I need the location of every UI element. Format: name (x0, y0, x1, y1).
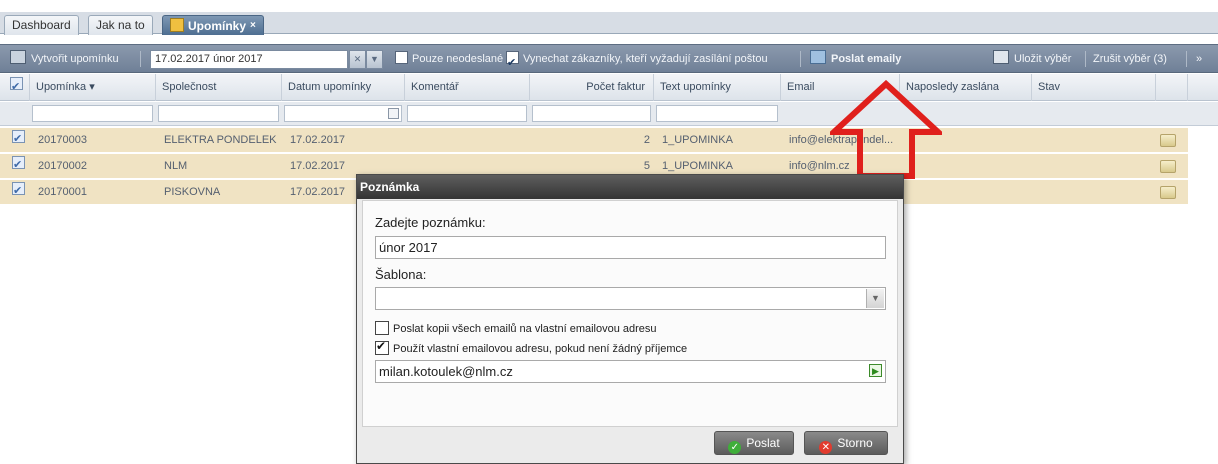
note-label: Zadejte poznámku: (375, 215, 486, 230)
clear-icon[interactable]: ✕ (349, 50, 366, 69)
cancel-button-label: Storno (837, 436, 873, 450)
annotation-arrow-icon (830, 80, 942, 179)
send-emails-label: Poslat emaily (831, 53, 902, 65)
toolbar: Vytvořit upomínku 17.02.2017 únor 2017 ✕… (0, 44, 1218, 78)
filter-datum-input[interactable] (284, 105, 402, 122)
column-upominka[interactable]: Upomínka ▾ (30, 74, 156, 101)
column-datum[interactable]: Datum upomínky (282, 74, 405, 101)
table-row[interactable]: 20170003 ELEKTRA PONDELEK 17.02.2017 2 1… (0, 128, 1188, 153)
only-unsent-checkbox[interactable]: Pouze neodeslané (395, 45, 503, 74)
create-reminder-button[interactable]: Vytvořit upomínku (10, 45, 119, 74)
chevron-down-icon[interactable]: ▼ (366, 50, 383, 69)
cell-upominka: 20170002 (38, 160, 87, 172)
dialog-body: Zadejte poznámku: únor 2017 Šablona: ▼ P… (362, 200, 898, 427)
toolbar-divider (1085, 51, 1086, 67)
more-icon[interactable]: » (1196, 45, 1202, 74)
filter-komentar-input[interactable] (407, 105, 527, 122)
tab-dashboard-label: Dashboard (12, 18, 71, 32)
cell-spolecnost: PISKOVNA (164, 186, 221, 198)
cancel-selection-button[interactable]: Zrušit výběr (3) (1093, 45, 1167, 74)
cell-upominka: 20170003 (38, 134, 87, 146)
own-email-input[interactable]: milan.kotoulek@nlm.cz ▶ (375, 360, 886, 383)
reminder-icon (170, 18, 184, 32)
cell-spolecnost: NLM (164, 160, 188, 172)
only-unsent-check[interactable] (395, 51, 408, 64)
column-upominka-label: Upomínka (36, 81, 87, 93)
row-checkbox[interactable] (12, 154, 25, 178)
cell-upominka: 20170001 (38, 186, 87, 198)
save-icon (993, 50, 1009, 64)
cancel-icon: ✕ (819, 441, 833, 454)
create-reminder-label: Vytvořit upomínku (31, 53, 119, 65)
copy-emails-check[interactable] (375, 321, 389, 335)
tab-jak-na-to[interactable]: Jak na to (88, 15, 153, 35)
row-select-cell[interactable] (4, 154, 30, 179)
row-select-cell[interactable] (4, 180, 30, 205)
column-actions (1156, 74, 1188, 101)
edit-note-icon[interactable] (1160, 160, 1176, 173)
sort-desc-icon: ▾ (89, 81, 95, 93)
column-komentar[interactable]: Komentář (405, 74, 530, 101)
select-all-checkbox[interactable] (10, 74, 23, 101)
grid-header: Upomínka ▾ Společnost Datum upomínky Kom… (0, 74, 1218, 101)
only-unsent-label: Pouze neodeslané (412, 53, 504, 65)
send-button[interactable]: ✓ Poslat (714, 431, 794, 455)
column-stav[interactable]: Stav (1032, 74, 1156, 101)
cell-text: 1_UPOMINKA (662, 134, 733, 146)
edit-note-icon[interactable] (1160, 186, 1176, 199)
send-emails-button[interactable]: Poslat emaily (810, 45, 901, 74)
toolbar-divider (800, 51, 801, 67)
row-checkbox[interactable] (12, 128, 25, 152)
column-spolecnost[interactable]: Společnost (156, 74, 282, 101)
tab-close-icon[interactable]: × (250, 20, 256, 31)
cell-datum: 17.02.2017 (290, 134, 346, 146)
skip-customers-check[interactable] (506, 49, 519, 78)
row-checkbox[interactable] (12, 180, 25, 204)
own-address-check[interactable] (375, 339, 389, 355)
create-reminder-icon (10, 50, 26, 64)
calendar-icon[interactable] (388, 108, 399, 119)
filter-text-input[interactable] (656, 105, 778, 122)
save-selection-label: Uložit výběr (1014, 53, 1072, 65)
check-icon: ✓ (728, 441, 742, 454)
email-icon (810, 50, 826, 64)
skip-customers-label: Vynechat zákazníky, kteří vyžadují zasíl… (523, 53, 768, 65)
cell-spolecnost: ELEKTRA PONDELEK (164, 134, 277, 146)
toolbar-divider (140, 51, 141, 67)
tab-upominky-label: Upomínky (188, 19, 247, 33)
column-pocet-faktur[interactable]: Počet faktur (530, 74, 654, 101)
select-all-cell[interactable] (0, 74, 30, 101)
filter-upominka-input[interactable] (32, 105, 153, 122)
edit-note-icon[interactable] (1160, 134, 1176, 147)
note-input[interactable]: únor 2017 (375, 236, 886, 259)
send-button-label: Poslat (746, 436, 780, 450)
play-icon[interactable]: ▶ (869, 364, 882, 377)
tab-dashboard[interactable]: Dashboard (4, 15, 79, 35)
copy-emails-checkbox[interactable]: Poslat kopii všech emailů na vlastní ema… (375, 321, 657, 335)
filter-spolecnost-input[interactable] (158, 105, 279, 122)
skip-customers-checkbox[interactable]: Vynechat zákazníky, kteří vyžadují zasíl… (506, 45, 768, 78)
tab-jak-na-to-label: Jak na to (96, 18, 145, 32)
copy-emails-label: Poslat kopii všech emailů na vlastní ema… (393, 323, 657, 335)
filter-pocet-input[interactable] (532, 105, 651, 122)
column-text-upominky[interactable]: Text upomínky (654, 74, 781, 101)
chevron-down-icon[interactable]: ▼ (866, 289, 884, 308)
cancel-button[interactable]: ✕ Storno (804, 431, 888, 455)
tab-upominky[interactable]: Upomínky × (162, 15, 264, 35)
tab-strip: Dashboard Jak na to Upomínky × (0, 12, 1218, 35)
own-address-label: Použít vlastní emailovou adresu, pokud n… (393, 343, 688, 355)
own-email-value: milan.kotoulek@nlm.cz (379, 364, 513, 379)
toolbar-divider (1186, 51, 1187, 67)
note-dialog: Poznámka Zadejte poznámku: únor 2017 Šab… (356, 174, 904, 464)
cell-pocet: 2 (643, 134, 650, 146)
row-select-cell[interactable] (4, 128, 30, 153)
template-select[interactable]: ▼ (375, 287, 886, 310)
date-select[interactable]: 17.02.2017 únor 2017 (150, 50, 348, 69)
save-selection-button[interactable]: Uložit výběr (993, 45, 1071, 74)
filter-row (0, 102, 1218, 126)
own-address-checkbox[interactable]: Použít vlastní emailovou adresu, pokud n… (375, 339, 688, 355)
template-label: Šablona: (375, 267, 427, 282)
dialog-title[interactable]: Poznámka (357, 175, 903, 199)
